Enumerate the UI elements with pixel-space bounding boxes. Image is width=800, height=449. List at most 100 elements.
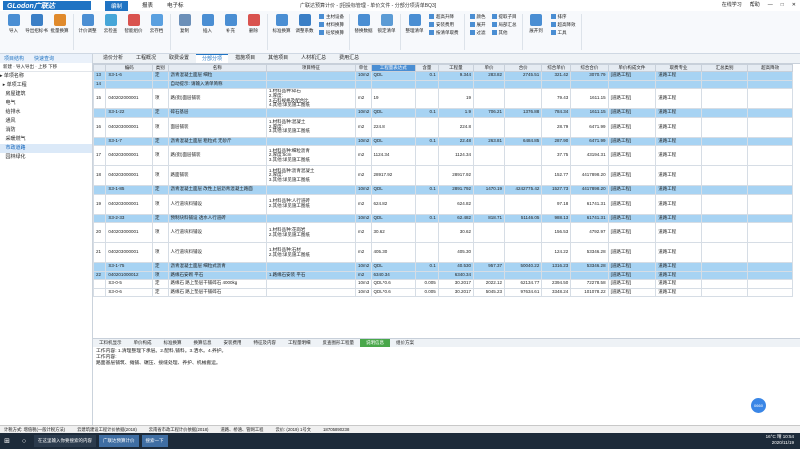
cell-code[interactable]: S3-1-6: [105, 71, 154, 81]
cell-empty[interactable]: [747, 116, 793, 138]
cell-hl[interactable]: [415, 88, 439, 109]
cell-empty[interactable]: [700, 242, 749, 263]
cell-tz[interactable]: 1.路缘石安装 平石: [265, 270, 356, 280]
tree-item[interactable]: 房屋建筑: [0, 90, 92, 99]
cell-zhhj[interactable]: 53346.28: [570, 262, 609, 272]
cell-hl[interactable]: 0.1: [415, 213, 439, 223]
concrete-convert-option[interactable]: 砼浆换算: [319, 30, 344, 36]
cell-dj[interactable]: [472, 88, 506, 109]
cell-n[interactable]: 19: [92, 193, 107, 215]
cell-zy[interactable]: 道路工程: [655, 213, 702, 223]
cell-code[interactable]: 040203000001: [105, 193, 154, 215]
cell-hl[interactable]: [415, 116, 439, 138]
table-row[interactable]: S3-1-85 定沥青混凝土面层 改性上层沥青混凝土路面 10m2 QDL 0.1 289…: [92, 185, 793, 195]
cell-dj[interactable]: 1470.19: [472, 185, 506, 195]
tab-project-structure[interactable]: 项目结构: [4, 55, 24, 62]
cell-wj[interactable]: [道路工程]: [607, 71, 657, 81]
cell-zhhj[interactable]: 3070.79: [570, 71, 609, 81]
adjust-coefficient-button[interactable]: 调整系数: [293, 14, 316, 50]
import-button[interactable]: 导入: [2, 14, 25, 50]
cell-expr[interactable]: 6340.34: [370, 270, 417, 280]
organize-list-button[interactable]: 整理清单: [403, 14, 426, 50]
cell-expr[interactable]: [370, 79, 417, 89]
tree-item[interactable]: 通风: [0, 117, 92, 126]
cell-dw[interactable]: 10m2: [354, 185, 372, 195]
cell-wj[interactable]: [道路工程]: [607, 136, 657, 146]
cell-empty[interactable]: [700, 165, 749, 186]
cell-n[interactable]: [92, 213, 107, 223]
cell-expr[interactable]: QDL: [370, 262, 417, 272]
cell-tz[interactable]: [265, 108, 356, 118]
cell-empty[interactable]: [747, 88, 793, 109]
cell-empty[interactable]: [747, 165, 793, 186]
cell-hj[interactable]: 50040.22: [504, 262, 543, 272]
cell-empty[interactable]: [747, 145, 793, 166]
delete-button[interactable]: 删除: [242, 14, 265, 50]
cell-name[interactable]: 路(街)面层铺装: [167, 145, 267, 166]
cell-wj[interactable]: [道路工程]: [607, 213, 657, 223]
column-header[interactable]: [92, 64, 107, 72]
cell-zhdj[interactable]: 3348.24: [541, 287, 572, 297]
cell-zhhj[interactable]: 1611.15: [570, 108, 609, 118]
tab-lmm-display[interactable]: 工料机显示: [93, 339, 128, 347]
cell-dj[interactable]: [472, 222, 506, 243]
cell-gcl[interactable]: 624.82: [437, 193, 475, 215]
cell-dj[interactable]: 5045.23: [472, 287, 506, 297]
cloud-check-button[interactable]: 云检查: [99, 14, 122, 50]
insert-button[interactable]: 插入: [196, 14, 219, 50]
cell-zy[interactable]: 道路工程: [655, 116, 702, 138]
cell-expr[interactable]: 28917.92: [370, 165, 417, 186]
cell-gcl[interactable]: 28917.92: [437, 165, 475, 186]
cell-code[interactable]: S3-1-85: [105, 185, 154, 195]
cell-lb[interactable]: [152, 79, 169, 89]
cell-name[interactable]: 面层铺装: [167, 116, 267, 138]
cell-lb[interactable]: 项: [152, 270, 169, 280]
cell-n[interactable]: 18: [92, 165, 107, 186]
cell-code[interactable]: S3-0-5: [105, 279, 154, 289]
cell-wj[interactable]: [道路工程]: [607, 262, 657, 272]
cell-gcl[interactable]: 30.62: [437, 222, 475, 243]
cell-zhhj[interactable]: 4792.97: [570, 222, 609, 243]
cell-zy[interactable]: 道路工程: [655, 222, 702, 243]
cell-zhdj[interactable]: 156.53: [541, 222, 572, 243]
cell-code[interactable]: 040202000001: [105, 88, 154, 109]
tab-pricing-plan[interactable]: 组价方案: [390, 339, 420, 347]
cell-expr[interactable]: 405.30: [370, 242, 417, 263]
tab-description[interactable]: 说明信息: [360, 339, 390, 347]
column-header[interactable]: 综合单价: [541, 64, 572, 72]
cell-code[interactable]: [105, 79, 154, 89]
column-header[interactable]: 合价: [504, 64, 543, 72]
cell-n[interactable]: 22: [92, 270, 107, 280]
cell-wj[interactable]: [道路工程]: [607, 222, 657, 243]
cell-lb[interactable]: 定: [152, 136, 169, 146]
cell-wj[interactable]: [道路工程]: [607, 145, 657, 166]
cell-lb[interactable]: 定: [152, 213, 169, 223]
cell-gcl[interactable]: 40.530: [437, 262, 475, 272]
table-row[interactable]: 21 040203000001 项人行道块料铺设 1.材料品种:石材 2.其他:详见施…: [92, 242, 793, 263]
cell-hj[interactable]: 51146.05: [504, 213, 543, 223]
cell-expr[interactable]: 224.8: [370, 116, 417, 138]
cell-zhdj[interactable]: 287.90: [541, 136, 572, 146]
cell-zhhj[interactable]: [570, 270, 609, 280]
cell-hl[interactable]: 0.005: [415, 279, 439, 289]
cell-empty[interactable]: [747, 279, 793, 289]
cell-hj[interactable]: [504, 270, 543, 280]
cell-n[interactable]: [92, 262, 107, 272]
cell-hj[interactable]: 6484.85: [504, 136, 543, 146]
cell-zy[interactable]: 道路工程: [655, 71, 702, 81]
main-material-option[interactable]: 主材设备: [319, 14, 344, 20]
cell-lb[interactable]: 项: [152, 145, 169, 166]
tab-convert-info[interactable]: 换算信息: [188, 339, 218, 347]
cell-zhhj[interactable]: 72278.58: [570, 279, 609, 289]
cell-name[interactable]: 人行道块料铺设: [167, 242, 267, 263]
filter-option[interactable]: 过滤: [470, 30, 486, 36]
cell-expr[interactable]: 19: [370, 88, 417, 109]
cell-empty[interactable]: [747, 79, 793, 89]
table-row[interactable]: 17 040203000001 项路(街)面层铺装 1.材料品种:细粒沥青 2.厚度:…: [92, 145, 793, 166]
table-row[interactable]: S3-0-6 定路缘石 路上垫层干铺碎石 10m3 QDL*0.6 0.005 30.20…: [92, 287, 793, 297]
cell-dj[interactable]: [472, 116, 506, 138]
cell-expr[interactable]: QDL: [370, 71, 417, 81]
cell-gcl[interactable]: 1.9: [437, 108, 475, 118]
cell-hl[interactable]: 0.1: [415, 262, 439, 272]
table-row[interactable]: 18 040203000001 项路面铺装 1.材料品种:沥青混凝土 2.厚度: 3.…: [92, 165, 793, 186]
